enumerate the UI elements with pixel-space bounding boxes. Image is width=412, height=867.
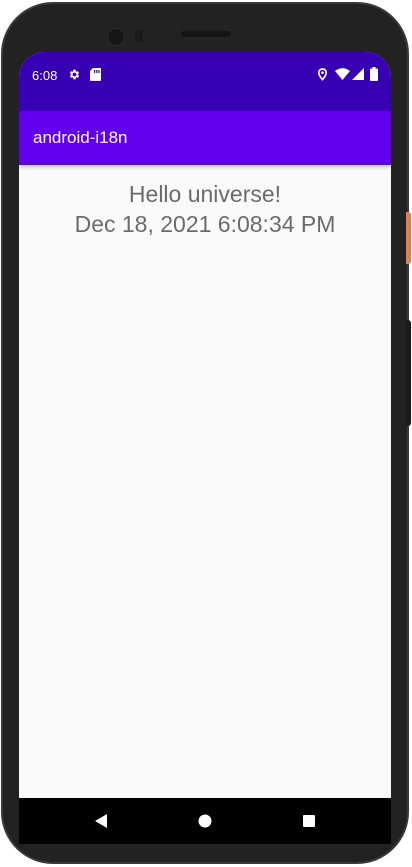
- greeting-text: Hello universe!: [128, 181, 282, 207]
- app-bar: android-i18n: [19, 111, 391, 165]
- back-icon[interactable]: [90, 810, 112, 832]
- power-button: [406, 212, 411, 264]
- datetime-text: Dec 18, 2021 6:08:34 PM: [74, 211, 336, 237]
- signal-icon: [352, 66, 364, 82]
- main-content: Hello universe! Dec 18, 2021 6:08:34 PM: [19, 165, 391, 239]
- screen: 6:08 android-i18n Hello universe! Dec 18…: [19, 52, 391, 828]
- location-icon: [317, 66, 328, 82]
- app-title: android-i18n: [33, 128, 128, 147]
- volume-button: [406, 320, 411, 426]
- proximity-sensor: [135, 30, 143, 42]
- navigation-bar: [19, 798, 391, 844]
- status-time: 6:08: [32, 68, 58, 83]
- recents-icon[interactable]: [298, 810, 320, 832]
- gear-icon: [68, 66, 81, 82]
- home-icon[interactable]: [194, 810, 216, 832]
- battery-icon: [370, 66, 378, 82]
- earpiece-speaker: [181, 31, 231, 37]
- front-camera: [107, 28, 125, 46]
- wifi-icon: [335, 66, 350, 82]
- status-bar: 6:08: [19, 52, 391, 111]
- sd-card-icon: [90, 66, 101, 82]
